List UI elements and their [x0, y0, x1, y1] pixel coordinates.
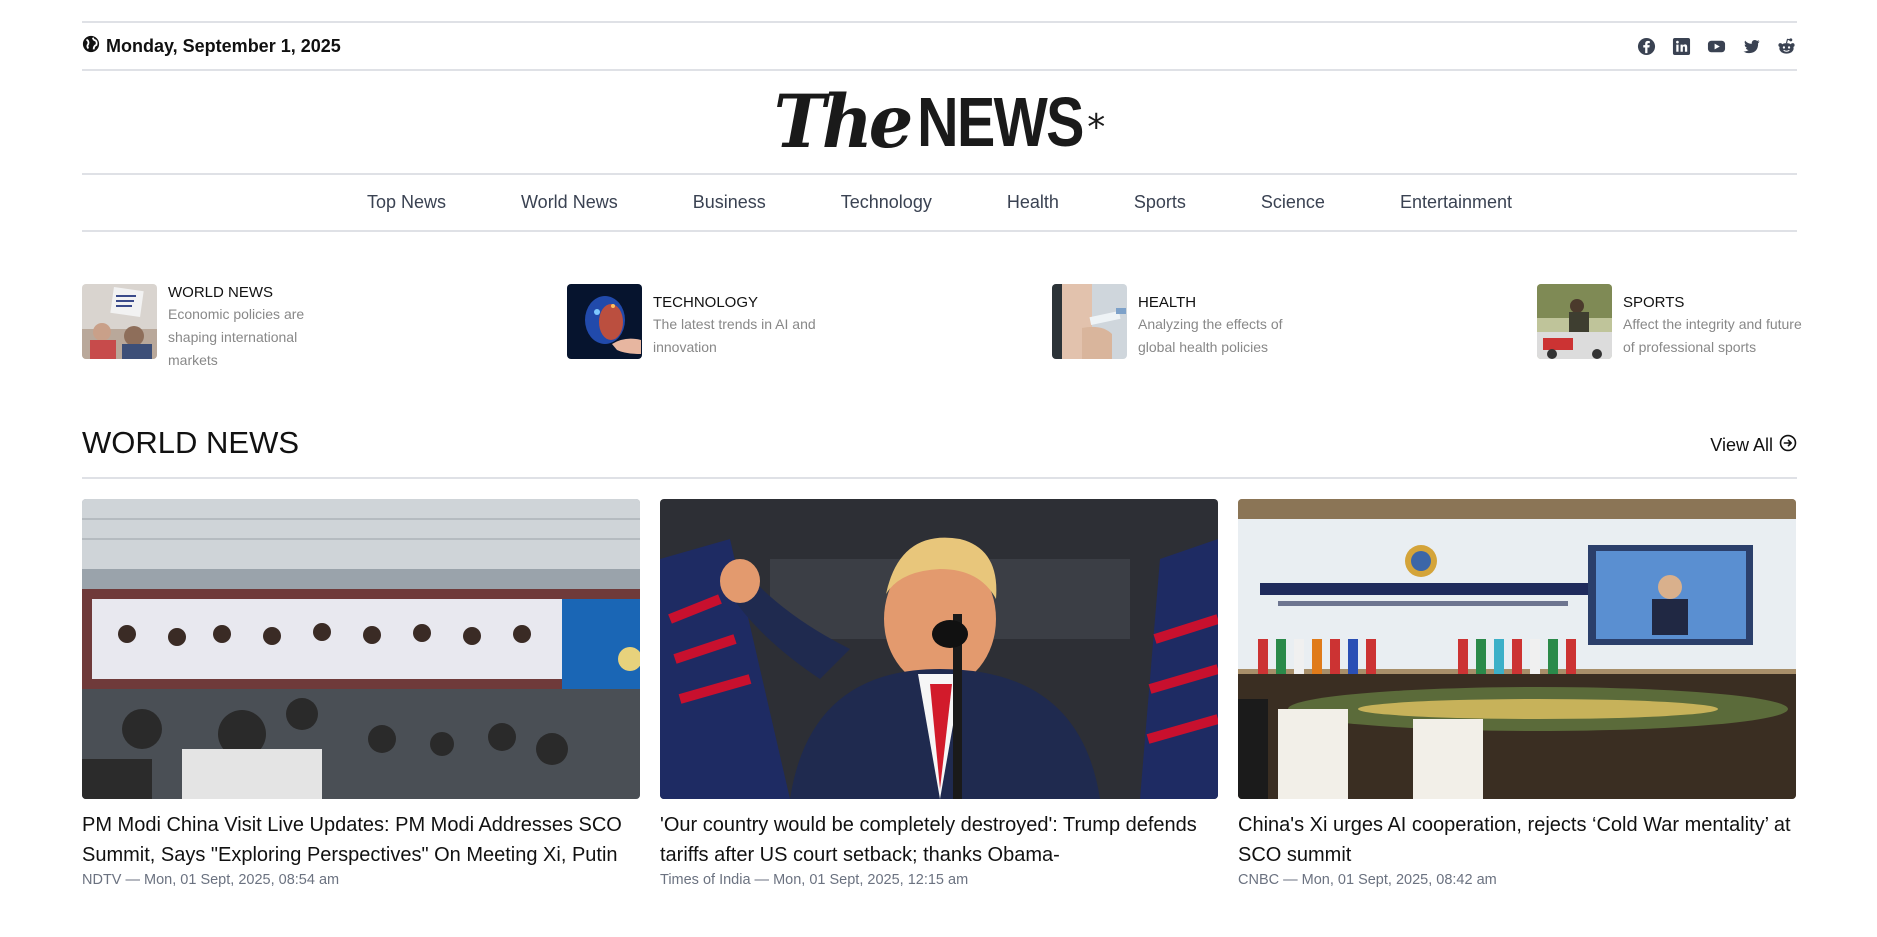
nav-item-science[interactable]: Science [1223, 192, 1362, 213]
article-card[interactable]: 'Our country would be completely destroy… [660, 499, 1218, 888]
featured-description: Analyzing the effects of global health p… [1138, 316, 1283, 355]
featured-category: WORLD NEWS [168, 284, 273, 301]
article-meta: Times of India — Mon, 01 Sept, 2025, 12:… [660, 872, 969, 888]
featured-item-sports[interactable]: SPORTS Affect the integrity and future o… [1537, 284, 1803, 359]
article-title[interactable]: China's Xi urges AI cooperation, rejects… [1238, 810, 1796, 870]
featured-description: Economic policies are shaping internatio… [168, 306, 305, 368]
arrow-circle-right-icon [1779, 434, 1797, 457]
view-all-label: View All [1710, 435, 1773, 455]
featured-strip: WORLD NEWS Economic policies are shaping… [82, 284, 1802, 368]
nav-bottom-rule [82, 230, 1797, 232]
section-title: WORLD NEWS [82, 425, 299, 460]
featured-thumbnail [1052, 284, 1127, 359]
nav-item-sports[interactable]: Sports [1096, 192, 1223, 213]
featured-category: TECHNOLOGY [653, 294, 759, 311]
logo-the: The [773, 77, 914, 166]
logo-news: NEWS [917, 83, 1084, 161]
article-image [660, 499, 1218, 799]
featured-item-technology[interactable]: TECHNOLOGY The latest trends in AI and i… [567, 284, 828, 359]
article-card[interactable]: China's Xi urges AI cooperation, rejects… [1238, 499, 1796, 888]
site-logo[interactable]: The NEWS * [82, 77, 1797, 166]
main-nav: Top News World News Business Technology … [82, 178, 1797, 226]
featured-item-world-news[interactable]: WORLD NEWS Economic policies are shaping… [82, 284, 318, 372]
linkedin-icon[interactable] [1671, 36, 1692, 57]
nav-item-world-news[interactable]: World News [484, 192, 656, 213]
facebook-icon[interactable] [1636, 36, 1657, 57]
reddit-icon[interactable] [1776, 36, 1797, 57]
nav-item-entertainment[interactable]: Entertainment [1362, 192, 1549, 213]
nav-item-business[interactable]: Business [655, 192, 803, 213]
twitter-icon[interactable] [1741, 36, 1762, 57]
date-text: Monday, September 1, 2025 [106, 35, 341, 56]
article-image [82, 499, 640, 799]
logo-asterisk: * [1087, 107, 1106, 148]
globe-icon [82, 35, 100, 58]
featured-category: HEALTH [1138, 294, 1197, 311]
date-display: Monday, September 1, 2025 [82, 35, 341, 58]
nav-top-rule [82, 173, 1797, 175]
article-image [1238, 499, 1796, 799]
social-links [1636, 36, 1797, 57]
article-card[interactable]: PM Modi China Visit Live Updates: PM Mod… [82, 499, 640, 888]
nav-item-health[interactable]: Health [969, 192, 1096, 213]
featured-category: SPORTS [1623, 294, 1685, 311]
article-title[interactable]: 'Our country would be completely destroy… [660, 810, 1218, 870]
view-all-link[interactable]: View All [1710, 434, 1797, 457]
nav-item-top-news[interactable]: Top News [329, 192, 483, 213]
nav-item-technology[interactable]: Technology [803, 192, 969, 213]
youtube-icon[interactable] [1706, 36, 1727, 57]
article-grid: PM Modi China Visit Live Updates: PM Mod… [82, 499, 1797, 888]
featured-thumbnail [82, 284, 157, 359]
top-bar: Monday, September 1, 2025 [82, 24, 1797, 68]
featured-description: Affect the integrity and future of profe… [1623, 316, 1802, 355]
featured-thumbnail [1537, 284, 1612, 359]
section-rule [82, 477, 1797, 479]
featured-item-health[interactable]: HEALTH Analyzing the effects of global h… [1052, 284, 1313, 359]
featured-description: The latest trends in AI and innovation [653, 316, 816, 355]
top-rule [82, 21, 1797, 23]
header-rule [82, 69, 1797, 71]
article-title[interactable]: PM Modi China Visit Live Updates: PM Mod… [82, 810, 640, 870]
featured-thumbnail [567, 284, 642, 359]
article-meta: NDTV — Mon, 01 Sept, 2025, 08:54 am [82, 872, 340, 888]
article-meta: CNBC — Mon, 01 Sept, 2025, 08:42 am [1238, 872, 1497, 888]
